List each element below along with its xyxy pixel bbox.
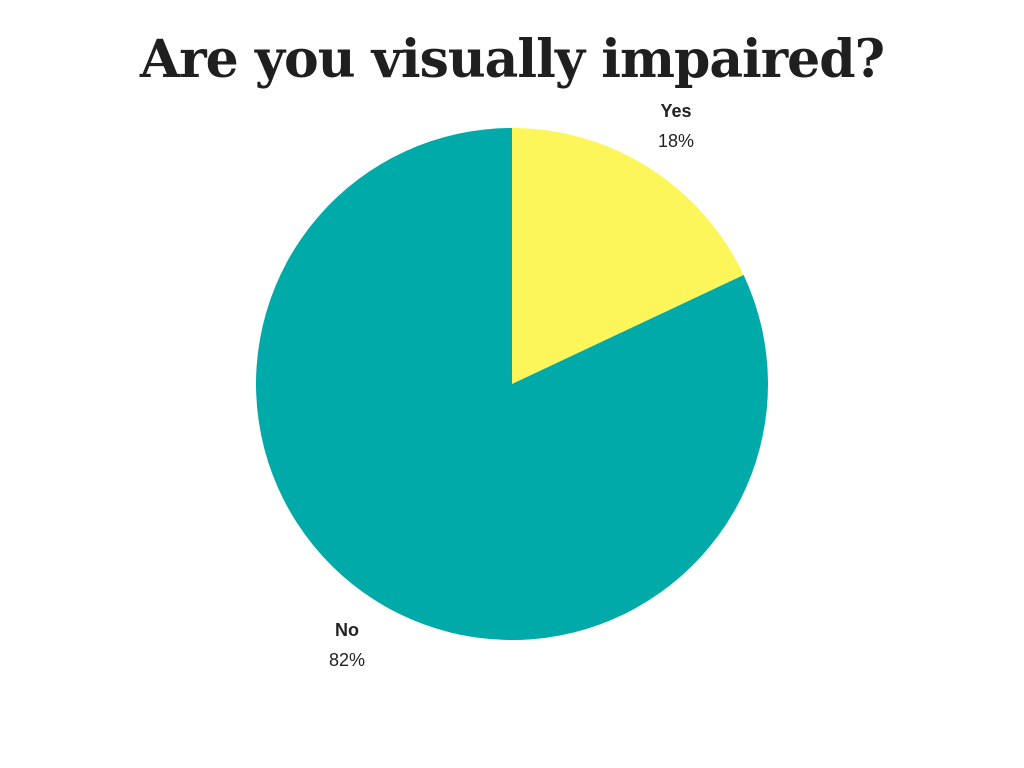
slice-label-no: No (335, 620, 359, 640)
slice-value-yes: 18% (658, 131, 694, 151)
slice-label-yes: Yes (660, 101, 691, 121)
pie-chart: Yes 18% No 82% (256, 101, 768, 670)
chart: Are you visually impaired? Yes 18% No 82… (0, 0, 1024, 768)
slice-value-no: 82% (329, 650, 365, 670)
pie-slices (256, 128, 768, 640)
